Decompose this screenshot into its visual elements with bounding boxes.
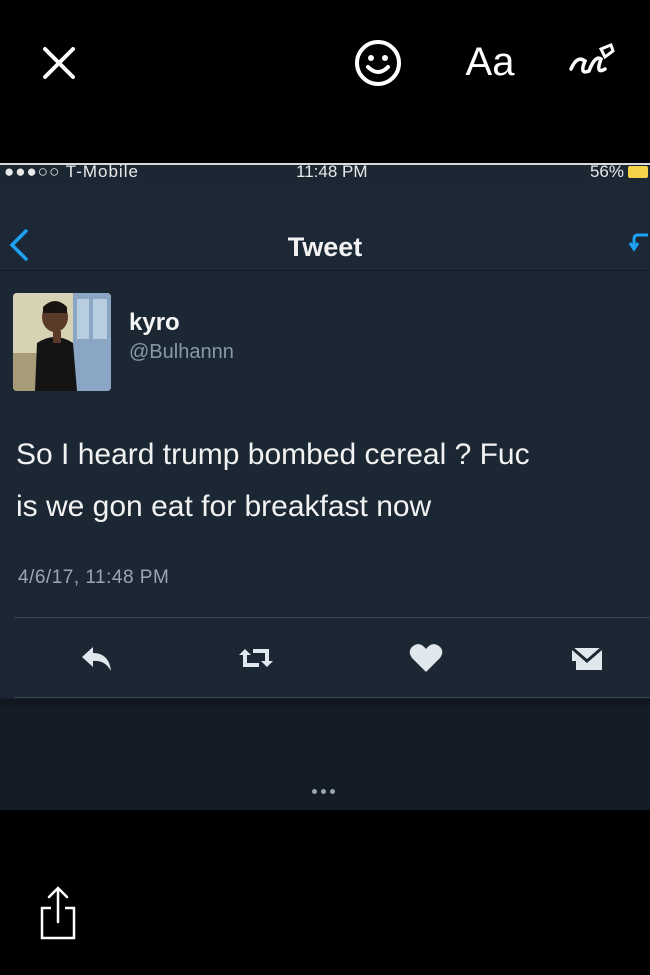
page-indicator-dots	[312, 789, 335, 794]
nav-bar: Tweet	[0, 185, 650, 271]
emoji-button[interactable]	[353, 38, 403, 88]
divider	[14, 617, 650, 618]
avatar-photo	[13, 293, 111, 391]
direct-message-icon	[571, 646, 603, 670]
like-button[interactable]	[408, 641, 444, 675]
tweet-text-line-2: is we gon eat for breakfast now	[16, 490, 432, 523]
tweet-card[interactable]: kyro @Bulhannn So I heard trump bombed c…	[0, 271, 650, 698]
text-tool-button[interactable]: Aa	[455, 36, 525, 88]
page-dot	[330, 789, 335, 794]
display-name[interactable]: kyro	[129, 309, 180, 337]
status-time: 11:48 PM	[296, 163, 368, 181]
retweet-button[interactable]	[237, 641, 273, 675]
divider	[14, 697, 650, 698]
close-icon	[43, 47, 75, 79]
reply-arrow-icon	[628, 233, 648, 252]
close-button[interactable]	[36, 40, 82, 86]
tweet-text: So I heard trump bombed cereal ? Fuc is …	[16, 429, 650, 533]
draw-tool-button[interactable]	[566, 40, 618, 88]
user-handle[interactable]: @Bulhannn	[129, 341, 234, 364]
thread-separator	[0, 699, 650, 705]
tweet-text-line-1: So I heard trump bombed cereal ? Fuc	[16, 438, 530, 471]
reply-button[interactable]	[79, 641, 115, 675]
text-tool-label: Aa	[465, 39, 515, 84]
editor-bottom-bar	[0, 810, 650, 975]
status-carrier: ●●●○○ T-Mobile	[4, 163, 139, 181]
smiley-icon	[355, 40, 401, 86]
nav-reply-button[interactable]	[628, 225, 648, 265]
avatar[interactable]	[13, 293, 111, 391]
status-bar: ●●●○○ T-Mobile 11:48 PM 56%	[0, 163, 650, 185]
editor-toolbar: Aa	[0, 0, 650, 160]
reply-icon	[82, 647, 111, 671]
page-dot	[321, 789, 326, 794]
retweet-icon	[239, 649, 273, 667]
tweet-actions	[0, 621, 650, 693]
heart-icon	[409, 644, 443, 672]
tweet-timestamp: 4/6/17, 11:48 PM	[18, 567, 170, 588]
battery-icon	[628, 166, 648, 178]
direct-message-button[interactable]	[569, 641, 605, 675]
status-battery-percent: 56%	[589, 163, 624, 181]
tweet-screenshot: ●●●○○ T-Mobile 11:48 PM 56% Tweet kyro @…	[0, 163, 650, 810]
page-dot	[312, 789, 317, 794]
share-icon	[40, 886, 76, 940]
scribble-pen-icon	[569, 43, 615, 74]
share-button[interactable]	[38, 882, 78, 942]
thread-area	[0, 699, 650, 810]
page-title: Tweet	[287, 232, 363, 262]
